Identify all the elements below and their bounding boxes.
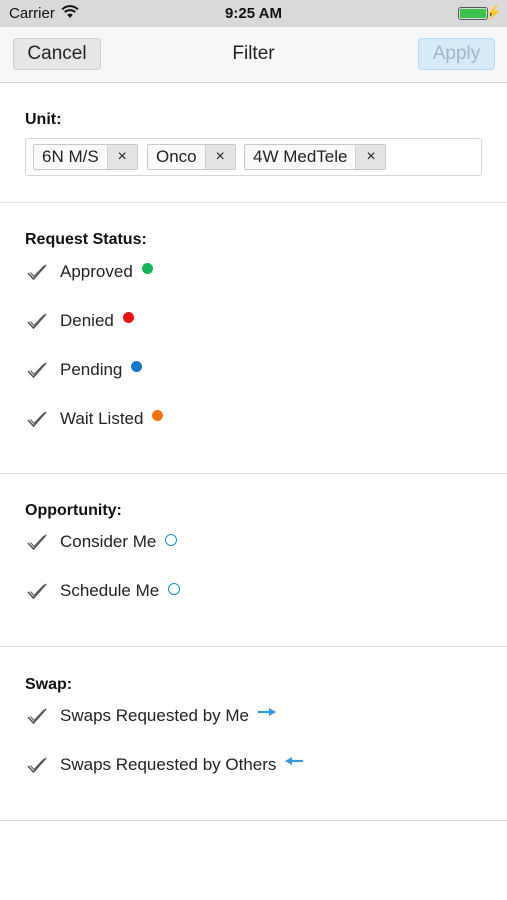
unit-chip: 4W MedTele × <box>244 144 387 170</box>
option-label: Consider Me <box>60 532 157 551</box>
option-label: Approved <box>60 262 133 281</box>
apply-button[interactable]: Apply <box>418 38 495 70</box>
chip-label: 6N M/S <box>42 147 99 166</box>
status-color-dot <box>141 262 153 274</box>
status-option-wait-listed[interactable]: Wait Listed <box>25 406 164 432</box>
circle-outline-icon <box>165 534 178 546</box>
circle-outline-icon <box>168 583 181 595</box>
unit-section: Unit: 6N M/S × Onco × 4W MedTele × <box>0 83 507 203</box>
option-label: Denied <box>60 311 114 330</box>
battery-icon <box>458 7 488 20</box>
status-color-dot <box>122 311 134 323</box>
opportunity-option-schedule-me[interactable]: Schedule Me <box>25 578 181 604</box>
status-color-dot <box>152 409 164 421</box>
battery-level <box>460 9 486 18</box>
clock: 9:25 AM <box>225 5 282 22</box>
remove-chip-button[interactable]: × <box>204 145 235 169</box>
unit-chip: 6N M/S × <box>33 144 138 170</box>
status-bar: Carrier 9:25 AM ⚡ <box>0 0 507 27</box>
remove-chip-button[interactable]: × <box>106 145 137 169</box>
checkmark-icon <box>27 313 47 330</box>
chip-label: 4W MedTele <box>253 147 348 166</box>
chip-label: Onco <box>156 147 197 166</box>
option-label: Swaps Requested by Others <box>60 755 277 774</box>
opportunity-section: Opportunity: Consider Me Schedule Me <box>0 474 507 647</box>
opportunity-title: Opportunity: <box>25 502 122 519</box>
checkmark-icon <box>27 708 47 725</box>
swap-title: Swap: <box>25 676 73 693</box>
status-option-denied[interactable]: Denied <box>25 308 134 334</box>
option-label: Swaps Requested by Me <box>60 706 249 725</box>
swap-option-requested-by-others[interactable]: Swaps Requested by Others <box>25 752 304 778</box>
cancel-button[interactable]: Cancel <box>13 38 101 70</box>
arrow-right-icon <box>258 708 276 716</box>
bolt-icon: ⚡ <box>484 4 502 20</box>
checkmark-icon <box>27 264 47 281</box>
opportunity-option-consider-me[interactable]: Consider Me <box>25 529 178 555</box>
checkmark-icon <box>27 534 47 551</box>
unit-tokens-field[interactable]: 6N M/S × Onco × 4W MedTele × <box>25 138 482 176</box>
option-label: Wait Listed <box>60 409 144 428</box>
checkmark-icon <box>27 757 47 774</box>
checkmark-icon <box>27 362 47 379</box>
unit-chip: Onco × <box>147 144 236 170</box>
option-label: Pending <box>60 360 123 379</box>
arrow-left-icon <box>285 757 304 765</box>
swap-section: Swap: Swaps Requested by Me Swaps Reques… <box>0 647 507 821</box>
nav-bar: Cancel Filter Apply <box>0 27 507 83</box>
request-status-title: Request Status: <box>25 231 147 248</box>
status-option-approved[interactable]: Approved <box>25 259 153 285</box>
request-status-section: Request Status: Approved Denied Pending … <box>0 203 507 474</box>
checkmark-icon <box>27 583 47 600</box>
unit-title: Unit: <box>25 111 62 128</box>
remove-chip-button[interactable]: × <box>355 145 386 169</box>
swap-option-requested-by-me[interactable]: Swaps Requested by Me <box>25 703 277 729</box>
option-label: Schedule Me <box>60 581 160 600</box>
status-color-dot <box>131 360 143 372</box>
checkmark-icon <box>27 411 47 428</box>
status-option-pending[interactable]: Pending <box>25 357 143 383</box>
